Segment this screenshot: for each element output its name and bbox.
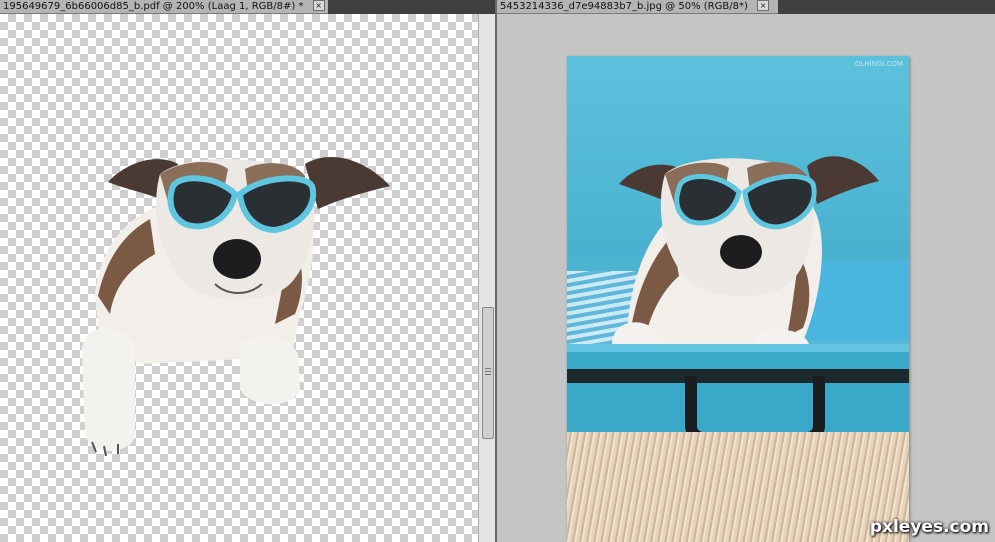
close-icon[interactable]: ×: [312, 0, 325, 11]
right-canvas[interactable]: OLHINGI.COM: [497, 14, 995, 542]
site-watermark: pxleyes.com: [869, 517, 989, 537]
right-document-tab[interactable]: 5453214336_d7e94883b7_b.jpg @ 50% (RGB/8…: [497, 0, 778, 14]
dog-suitcase-photo: OLHINGI.COM: [567, 56, 909, 542]
right-document-title: 5453214336_d7e94883b7_b.jpg @ 50% (RGB/8…: [500, 1, 748, 12]
scrollbar-thumb[interactable]: [482, 307, 494, 439]
right-document-window: 5453214336_d7e94883b7_b.jpg @ 50% (RGB/8…: [497, 0, 995, 542]
fur-rug: [567, 432, 909, 542]
left-document-tab[interactable]: 195649679_6b66006d85_b.pdf @ 200% (Laag …: [0, 0, 328, 14]
grip-icon: [485, 368, 491, 376]
left-canvas[interactable]: [0, 14, 478, 542]
cutout-dog-image: [81, 157, 390, 457]
close-icon[interactable]: ×: [757, 0, 770, 11]
vertical-scrollbar[interactable]: [478, 14, 495, 542]
left-document-title: 195649679_6b66006d85_b.pdf @ 200% (Laag …: [3, 1, 304, 12]
left-document-window: 195649679_6b66006d85_b.pdf @ 200% (Laag …: [0, 0, 495, 542]
